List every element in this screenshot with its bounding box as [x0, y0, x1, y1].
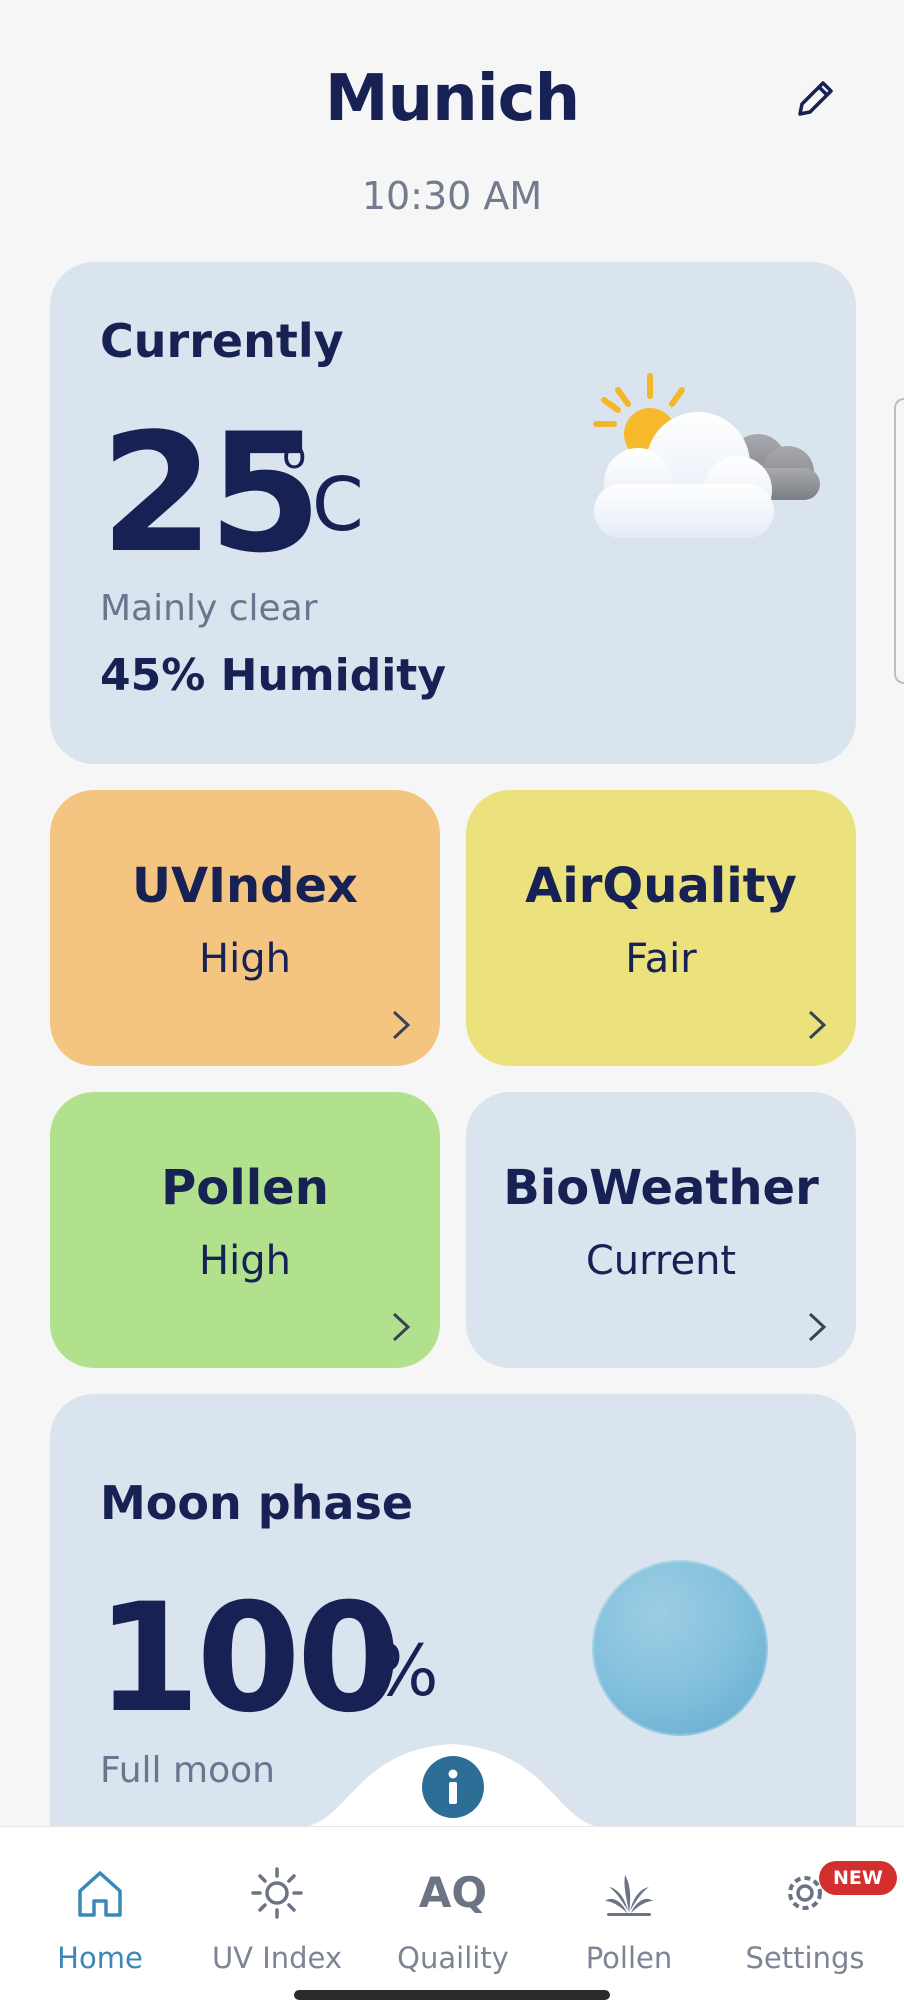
home-indicator[interactable]: [294, 1990, 610, 2000]
bioweather-tile[interactable]: BioWeather Current: [466, 1092, 856, 1368]
tab-label: Settings: [745, 1941, 865, 1975]
current-time: 10:30 AM: [361, 174, 543, 218]
current-label: Currently: [100, 314, 344, 368]
chevron-right-icon: [392, 1010, 411, 1040]
uv-index-tile[interactable]: UVIndex High: [50, 790, 440, 1066]
pencil-icon: [798, 81, 833, 116]
tab-pollen[interactable]: Pollen: [539, 1827, 719, 1977]
tab-label: Pollen: [585, 1941, 673, 1975]
tab-label: UV Index: [211, 1941, 343, 1975]
moon-phase-label: Moon phase: [100, 1476, 414, 1530]
home-icon: [78, 1871, 122, 1917]
tile-title: BioWeather: [503, 1160, 819, 1216]
tile-title: AirQuality: [525, 858, 797, 914]
percent-sign: %: [372, 1630, 439, 1712]
weather-condition: Mainly clear: [100, 588, 318, 629]
tile-value: High: [199, 1238, 291, 1284]
air-quality-tile[interactable]: AirQuality Fair: [466, 790, 856, 1066]
sun-icon: [251, 1867, 303, 1919]
current-weather-card[interactable]: Currently 25 o C Mainly clear 45% Humidi…: [50, 262, 856, 764]
chevron-right-icon: [808, 1312, 827, 1342]
tile-title: UVIndex: [131, 858, 359, 914]
tab-settings[interactable]: NEW Settings: [715, 1827, 897, 1977]
tile-value: Current: [585, 1238, 737, 1284]
tab-label: Quaility: [397, 1941, 509, 1975]
sun-behind-clouds-icon: [593, 373, 820, 538]
tab-uv-index[interactable]: UV Index: [187, 1827, 367, 1977]
info-button[interactable]: [422, 1756, 484, 1818]
tab-label: Home: [57, 1941, 143, 1975]
side-drawer-handle[interactable]: [894, 398, 904, 684]
tile-value: Fair: [625, 936, 697, 982]
tile-value: High: [199, 936, 291, 982]
tab-home[interactable]: Home: [10, 1827, 190, 1977]
pollen-tile[interactable]: Pollen High: [50, 1092, 440, 1368]
tile-title: Pollen: [161, 1160, 329, 1216]
page-title: Munich: [324, 62, 580, 136]
info-icon: [448, 1769, 458, 1804]
chevron-right-icon: [392, 1312, 411, 1342]
tab-air-quality[interactable]: AQ Quaility: [363, 1827, 543, 1977]
humidity-value: 45% Humidity: [100, 650, 447, 701]
bottom-tab-bar: Home UV Index AQ Quaility Pollen NEW Set…: [0, 1826, 904, 2011]
temperature-unit: C: [312, 462, 364, 548]
plant-icon: [605, 1875, 653, 1916]
new-badge: NEW: [819, 1861, 897, 1895]
aq-icon: AQ: [418, 1868, 488, 1917]
degree-symbol: o: [282, 432, 307, 478]
chevron-right-icon: [808, 1010, 827, 1040]
edit-location-button[interactable]: [790, 74, 840, 124]
